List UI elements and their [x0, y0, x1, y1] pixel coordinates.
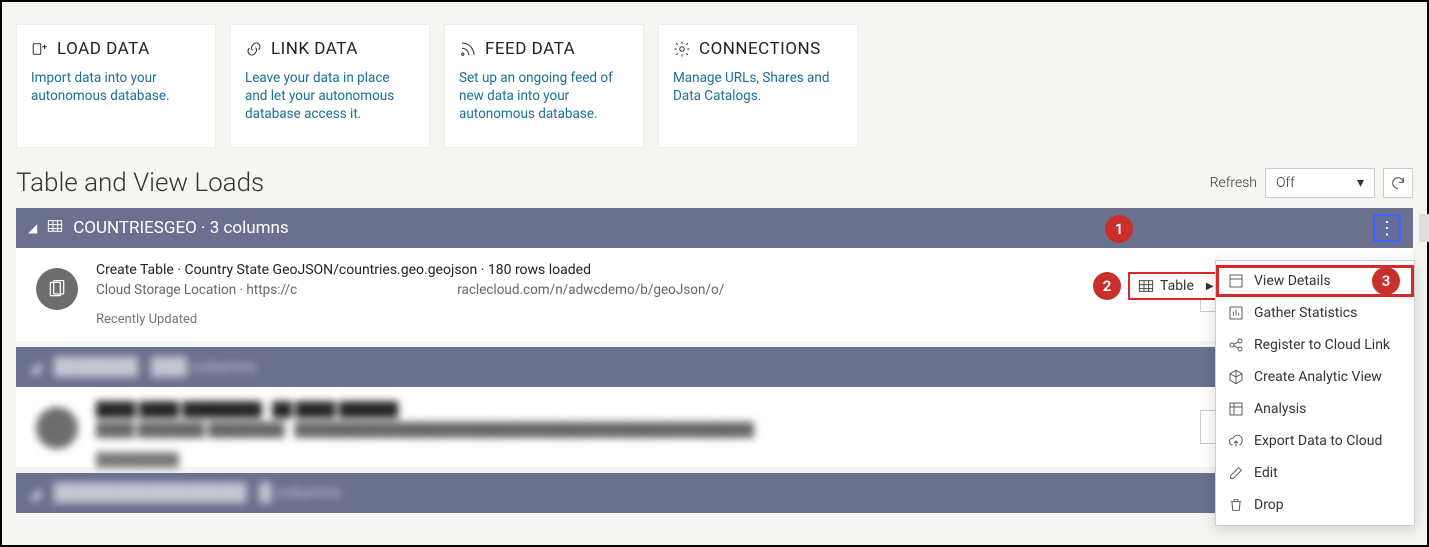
refresh-select[interactable]: Off ▾ — [1265, 168, 1375, 198]
card-desc: Set up an ongoing feed of new data into … — [459, 69, 629, 124]
ctx-edit[interactable]: Edit — [1216, 457, 1414, 489]
cloud-link-icon — [1228, 337, 1244, 353]
edit-icon — [1228, 465, 1244, 481]
cube-icon — [1228, 369, 1244, 385]
load-type-icon — [36, 268, 78, 310]
ctx-drop[interactable]: Drop — [1216, 489, 1414, 521]
load-data-icon — [31, 40, 49, 58]
details-icon — [1228, 273, 1244, 289]
ctx-analysis[interactable]: Analysis — [1216, 393, 1414, 425]
actions-kebab-button[interactable]: ⋮ — [1373, 214, 1401, 242]
refresh-label: Refresh — [1210, 175, 1257, 191]
analysis-icon — [1228, 401, 1244, 417]
callout-2: 2 — [1093, 272, 1121, 300]
callout-3: 3 — [1372, 267, 1400, 295]
ctx-gather-statistics[interactable]: Gather Statistics — [1216, 297, 1414, 329]
callout-1: 1 — [1105, 215, 1133, 243]
refresh-icon — [1390, 175, 1406, 191]
loads-list: ◢ COUNTRIESGEO · 3 columns ⋮ ▲ Create Ta… — [2, 208, 1427, 513]
collapse-icon: ◢ — [28, 221, 37, 235]
chevron-right-icon: ▶ — [1206, 281, 1214, 292]
chevron-down-icon: ▾ — [1357, 175, 1364, 191]
load-bar-countriesgeo[interactable]: ◢ COUNTRIESGEO · 3 columns ⋮ ▲ — [16, 208, 1413, 248]
table-grid-icon — [47, 218, 63, 238]
card-feed-data[interactable]: FEED DATA Set up an ongoing feed of new … — [444, 24, 644, 148]
card-link-data[interactable]: LINK DATA Leave your data in place and l… — [230, 24, 430, 148]
stats-icon — [1228, 305, 1244, 321]
load-body-blurred-1: ████ ████ ████████ · ██ ████ ██████ ████… — [16, 387, 1413, 467]
card-desc: Import data into your autonomous databas… — [31, 69, 201, 105]
card-load-data[interactable]: LOAD DATA Import data into your autonomo… — [16, 24, 216, 148]
link-data-icon — [245, 40, 263, 58]
refresh-now-button[interactable] — [1383, 168, 1413, 198]
scroll-up-button[interactable]: ▲ — [1419, 214, 1429, 242]
redacted-segment — [297, 284, 457, 296]
load-bar-blurred-1[interactable]: ◢ ███████ · ███ columns ⋮ — [16, 347, 1413, 387]
connections-icon — [673, 40, 691, 58]
ctx-export-data-cloud[interactable]: Export Data to Cloud — [1216, 425, 1414, 457]
card-desc: Manage URLs, Shares and Data Catalogs. — [673, 69, 843, 105]
card-title: LOAD DATA — [57, 39, 150, 59]
section-title-text: Table and View Loads — [16, 168, 264, 198]
ctx-register-cloud-link[interactable]: Register to Cloud Link — [1216, 329, 1414, 361]
feed-data-icon — [459, 40, 477, 58]
card-title: LINK DATA — [271, 39, 358, 59]
load-bar-blurred-2[interactable]: ◢ ████████████████ · █ columns ⋮ — [16, 473, 1413, 513]
load-recency: Recently Updated — [96, 312, 1399, 327]
action-cards-row: LOAD DATA Import data into your autonomo… — [2, 2, 1427, 158]
card-connections[interactable]: CONNECTIONS Manage URLs, Shares and Data… — [658, 24, 858, 148]
card-title: FEED DATA — [485, 39, 575, 59]
refresh-value: Off — [1276, 175, 1295, 191]
table-grid-icon — [1138, 279, 1154, 293]
context-menu: View Details Gather Statistics Register … — [1215, 260, 1415, 526]
ctx-create-analytic-view[interactable]: Create Analytic View — [1216, 361, 1414, 393]
cloud-export-icon — [1228, 433, 1244, 449]
card-desc: Leave your data in place and let your au… — [245, 69, 415, 124]
card-title: CONNECTIONS — [699, 39, 821, 59]
section-header: Table and View Loads Refresh Off ▾ — [2, 158, 1427, 208]
trash-icon — [1228, 497, 1244, 513]
submenu-table[interactable]: Table ▶ — [1128, 272, 1226, 300]
load-bar-title: COUNTRIESGEO · 3 columns — [73, 218, 1363, 238]
